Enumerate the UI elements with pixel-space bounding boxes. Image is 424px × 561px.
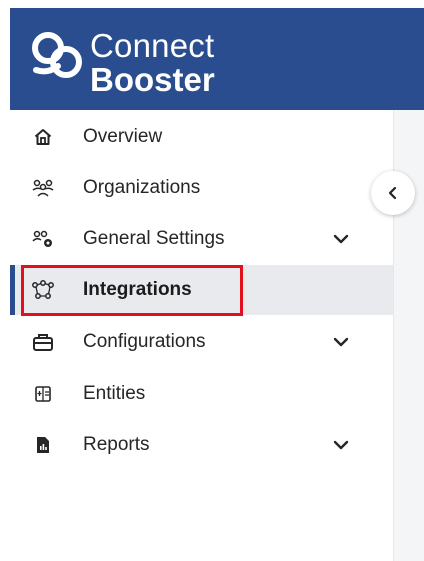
sidebar-item-label: Entities [83, 383, 146, 404]
chevron-down-icon[interactable] [332, 436, 350, 454]
sidebar-item-entities[interactable]: Entities [10, 369, 393, 419]
home-icon [32, 126, 54, 148]
sidebar-item-overview[interactable]: Overview [10, 112, 393, 162]
configurations-icon [32, 331, 54, 353]
sidebar-item-label: Organizations [83, 177, 201, 198]
general-settings-icon [32, 228, 54, 250]
brand-name-connect: Connect [90, 27, 215, 64]
sidebar-item-label: Overview [83, 126, 163, 147]
connectbooster-logo [32, 32, 82, 78]
reports-icon [32, 434, 54, 456]
sidebar-item-configurations[interactable]: Configurations [10, 317, 393, 367]
chevron-down-icon[interactable] [332, 230, 350, 248]
sidebar-item-organizations[interactable]: Organizations [10, 163, 393, 213]
highlight-annotation [21, 265, 243, 316]
organizations-icon [32, 177, 54, 199]
sidebar-item-general-settings[interactable]: General Settings [10, 214, 393, 264]
sidebar-item-label: Configurations [83, 331, 206, 352]
brand-name-booster: Booster [90, 61, 215, 98]
sidebar-item-label: Reports [83, 434, 150, 455]
sidebar-item-reports[interactable]: Reports [10, 420, 393, 470]
active-indicator [10, 265, 15, 315]
entities-icon [32, 383, 54, 405]
sidebar-item-label: General Settings [83, 228, 225, 249]
chevron-down-icon[interactable] [332, 333, 350, 351]
app-header: Connect Booster [10, 8, 424, 110]
